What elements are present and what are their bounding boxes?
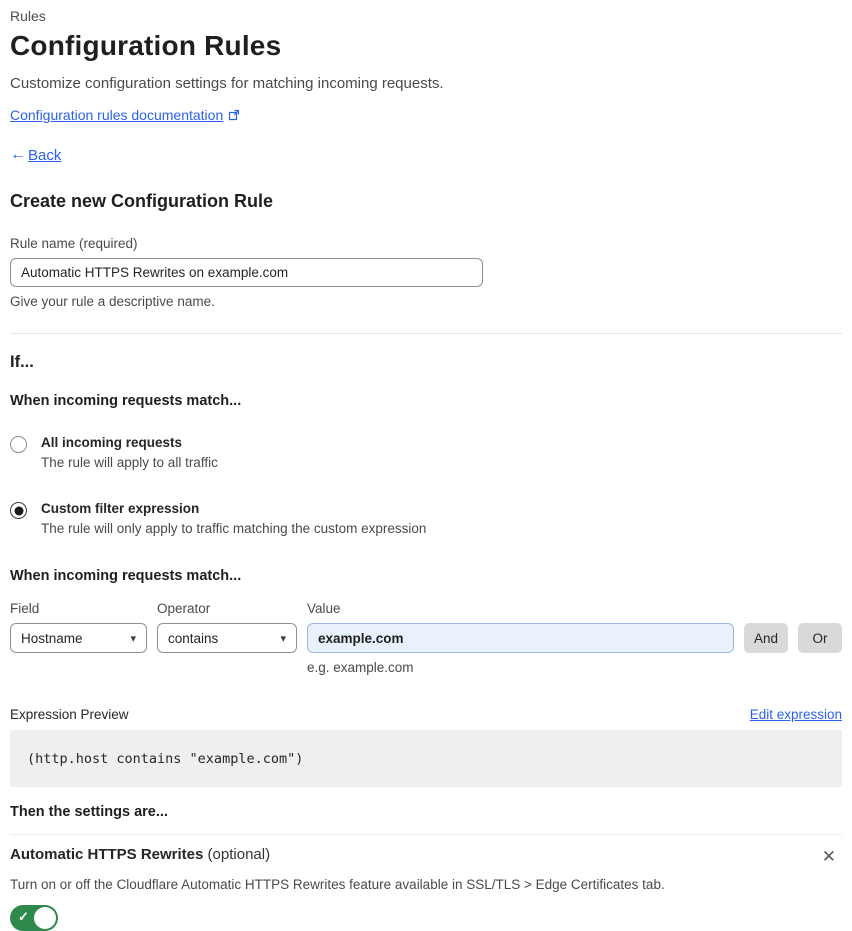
rule-name-input[interactable] xyxy=(10,258,483,287)
value-helper: e.g. example.com xyxy=(307,660,414,675)
value-column-label: Value xyxy=(307,601,341,616)
builder-heading: When incoming requests match... xyxy=(10,568,242,584)
setting-description: Turn on or off the Cloudflare Automatic … xyxy=(10,877,665,892)
setting-title-text: Automatic HTTPS Rewrites xyxy=(10,846,204,863)
configuration-rules-page: Rules Configuration Rules Customize conf… xyxy=(0,0,852,931)
then-settings-heading: Then the settings are... xyxy=(10,804,168,820)
expression-preview-code: (http.host contains "example.com") xyxy=(10,730,842,787)
edit-expression-link[interactable]: Edit expression xyxy=(750,707,842,722)
documentation-link[interactable]: Configuration rules documentation xyxy=(10,107,223,123)
and-button[interactable]: And xyxy=(744,623,788,653)
radio-description: The rule will only apply to traffic matc… xyxy=(41,521,427,536)
expression-preview-label: Expression Preview xyxy=(10,707,129,722)
field-select-value: Hostname xyxy=(21,630,83,646)
expression-builder: When incoming requests match... Field Op… xyxy=(10,568,842,675)
rule-name-helper: Give your rule a descriptive name. xyxy=(10,294,215,309)
radio-option-all-requests[interactable]: All incoming requests The rule will appl… xyxy=(10,435,842,470)
breadcrumb: Rules xyxy=(10,8,46,24)
page-subtitle: Customize configuration settings for mat… xyxy=(10,75,444,92)
value-input[interactable] xyxy=(307,623,734,653)
radio-button-unselected[interactable] xyxy=(10,436,27,453)
close-icon[interactable]: ✕ xyxy=(818,846,840,867)
chevron-down-icon: ▾ xyxy=(130,632,136,645)
if-heading: If... xyxy=(10,353,34,371)
create-rule-heading: Create new Configuration Rule xyxy=(10,191,274,211)
external-link-icon xyxy=(228,109,240,121)
rule-name-label: Rule name (required) xyxy=(10,236,138,251)
radio-button-selected[interactable] xyxy=(10,502,27,519)
radio-option-custom-expression[interactable]: Custom filter expression The rule will o… xyxy=(10,501,842,536)
field-select[interactable]: Hostname ▾ xyxy=(10,623,147,653)
page-title: Configuration Rules xyxy=(10,30,282,61)
check-icon: ✓ xyxy=(18,909,29,924)
automatic-https-rewrites-toggle[interactable]: ✓ xyxy=(10,905,58,931)
back-link[interactable]: Back xyxy=(28,147,61,164)
setting-title-optional: (optional) xyxy=(203,846,271,863)
match-heading: When incoming requests match... xyxy=(10,393,242,409)
chevron-down-icon: ▾ xyxy=(280,632,286,645)
operator-column-label: Operator xyxy=(157,601,211,616)
toggle-knob xyxy=(34,907,56,929)
radio-description: The rule will apply to all traffic xyxy=(41,455,218,470)
operator-select[interactable]: contains ▾ xyxy=(157,623,297,653)
section-divider xyxy=(10,333,842,334)
field-column-label: Field xyxy=(10,601,40,616)
operator-select-value: contains xyxy=(168,630,219,646)
setting-title: Automatic HTTPS Rewrites (optional) xyxy=(10,846,270,863)
or-button[interactable]: Or xyxy=(798,623,842,653)
radio-label: Custom filter expression xyxy=(41,501,200,516)
radio-label: All incoming requests xyxy=(41,435,183,450)
automatic-https-rewrites-card: Automatic HTTPS Rewrites (optional) ✕ Tu… xyxy=(10,834,842,931)
back-arrow-icon: ← xyxy=(10,146,26,163)
